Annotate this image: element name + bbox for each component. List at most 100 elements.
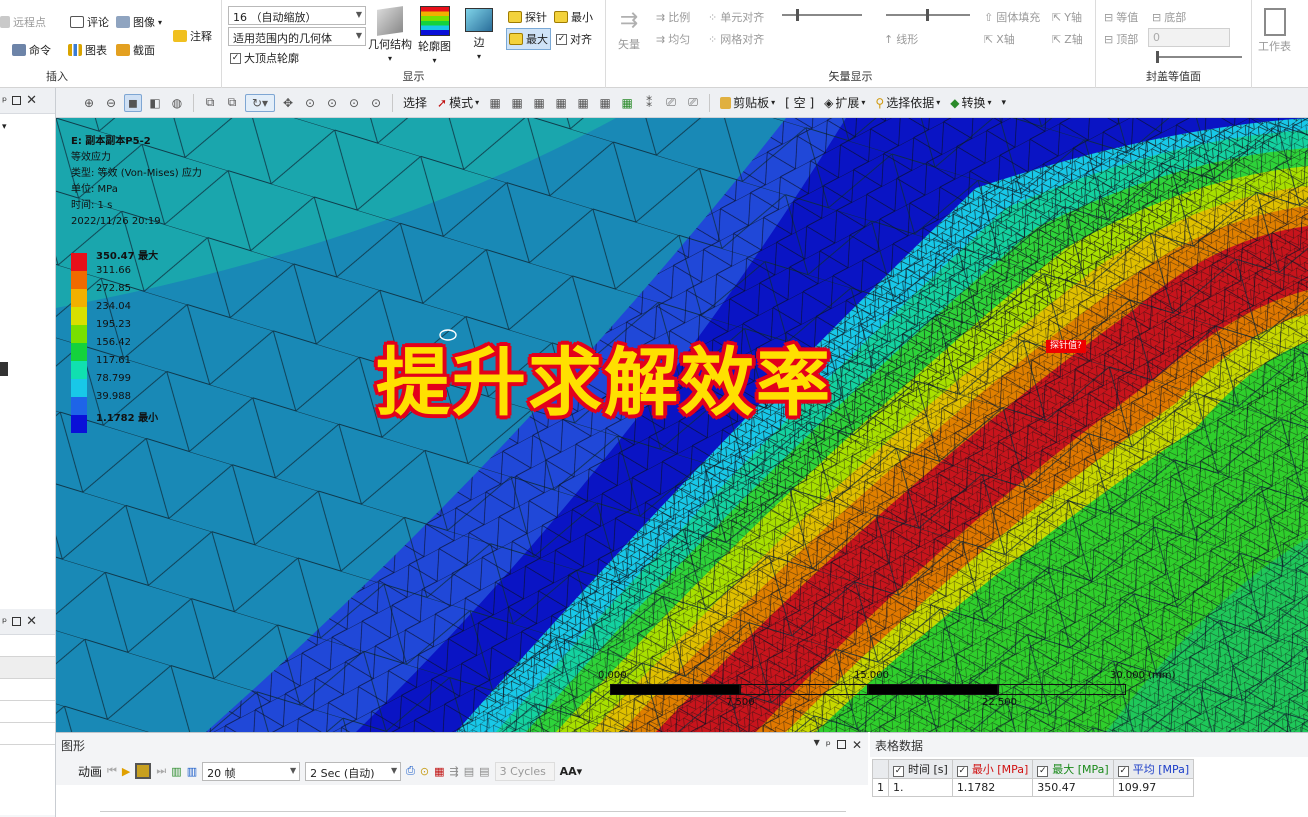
reverse-icon[interactable]: ⇶ <box>450 765 459 778</box>
chevron-down-icon[interactable]: ▾ <box>2 122 7 132</box>
remote-point-button[interactable]: 远程点 <box>0 14 46 30</box>
close-icon[interactable]: ✕ <box>852 738 862 752</box>
edge-button[interactable]: 边 ▾ <box>465 8 493 61</box>
pin-icon[interactable]: ᵖ <box>2 615 7 629</box>
previous-frame-icon[interactable]: ⏮ <box>107 764 117 778</box>
legend-swatch[interactable] <box>71 361 87 379</box>
vector-length-slider[interactable] <box>782 9 862 21</box>
uniform-button[interactable]: ⇉ 均匀 <box>656 31 690 47</box>
section-button[interactable]: 截面 <box>116 42 155 58</box>
column-header[interactable]: ✓ 平均 [MPa] <box>1112 759 1195 779</box>
table-row[interactable]: 1 1. 1.1782 350.47 109.97 <box>872 778 1195 797</box>
contour-button[interactable]: 轮廓图 ▾ <box>418 6 451 65</box>
checkbox-checked-icon[interactable]: ✓ <box>1037 766 1049 777</box>
outline-tree[interactable]: ▾ <box>0 114 55 609</box>
pan-icon[interactable]: ✥ <box>279 94 297 112</box>
probe-button[interactable]: 探针 <box>508 9 547 25</box>
z-axis-button[interactable]: ⇱ Z轴 <box>1052 31 1083 47</box>
mode-button[interactable]: ➚ 模式 ▾ <box>434 94 482 111</box>
details-row[interactable] <box>0 679 55 701</box>
maximize-icon[interactable] <box>836 740 846 749</box>
tree-item-fragment[interactable] <box>0 362 8 376</box>
zoom-out-icon[interactable]: ⊖ <box>102 94 120 112</box>
legend-swatch[interactable] <box>71 271 87 289</box>
shaded-view-icon[interactable]: ◼ <box>124 93 142 112</box>
bottom-cap-button[interactable]: ⊟ 底部 <box>1152 9 1186 25</box>
expand-button[interactable]: ◈ 扩展 ▾ <box>821 94 868 111</box>
duration-combo[interactable]: 2 Sec (自动) ▼ <box>305 761 402 781</box>
column-header[interactable]: ✓ 最大 [MPa] <box>1032 759 1114 779</box>
table-cell[interactable]: 1 <box>872 778 889 797</box>
render-icon[interactable]: ◍ <box>168 94 186 112</box>
zoom-fit-icon[interactable]: ⊙ <box>345 94 363 112</box>
details-row[interactable] <box>0 723 55 745</box>
table-cell[interactable]: 1.1782 <box>951 778 1034 797</box>
min-button[interactable]: 最小 <box>554 9 593 25</box>
select-node-icon[interactable]: ▦ <box>574 94 592 112</box>
equal-value-button[interactable]: ⊟ 等值 <box>1104 9 1138 25</box>
play-icon[interactable]: ▶ <box>122 765 130 778</box>
command-button[interactable]: 命令 <box>12 42 51 58</box>
details-row[interactable] <box>0 657 55 679</box>
legend-swatch[interactable] <box>71 343 87 361</box>
table-cell[interactable]: 1. <box>888 778 953 797</box>
vector-button[interactable]: ⇉ 矢量 <box>618 8 640 52</box>
checkbox-checked-icon[interactable]: ✓ <box>893 766 904 777</box>
zoom-icon[interactable]: ⊙ <box>301 94 319 112</box>
image-button[interactable]: 图像 ▾ <box>116 14 162 30</box>
column-header[interactable]: ✓ 时间 [s] <box>888 759 953 779</box>
chevron-down-icon[interactable]: ▼ <box>814 738 820 752</box>
probe-label[interactable]: 探针值? <box>1046 340 1086 353</box>
slider-knob[interactable] <box>1156 51 1159 63</box>
select-body-icon[interactable]: ▦ <box>552 94 570 112</box>
next-frame-icon[interactable]: ⏭ <box>156 764 166 778</box>
convert-button[interactable]: ◆ 转换 ▾ <box>947 94 994 111</box>
align-toggle[interactable]: ✓ 对齐 <box>556 31 592 47</box>
capping-slider[interactable] <box>1156 51 1242 63</box>
zoom-to-fit-icon[interactable]: ⊙ <box>420 765 429 778</box>
select-element-icon[interactable]: ▦ <box>618 94 636 112</box>
select-element-face-icon[interactable]: ▦ <box>596 94 614 112</box>
font-size-icon[interactable]: AA▾ <box>560 765 583 778</box>
legend-swatch[interactable] <box>71 397 87 415</box>
stop-icon[interactable] <box>135 763 152 779</box>
solid-fill-button[interactable]: ⇧ 固体填充 <box>984 9 1040 25</box>
zoom-in-icon[interactable]: ⊕ <box>80 94 98 112</box>
select-mesh-icon[interactable]: ⁑ <box>640 94 658 112</box>
details-row[interactable] <box>0 701 55 723</box>
rotate-icon[interactable]: ↻▾ <box>245 93 275 112</box>
scale-combo[interactable]: 16 （自动缩放） ▼ <box>228 6 366 25</box>
box-select-icon[interactable]: ⧉ <box>201 94 219 112</box>
slider-knob[interactable] <box>796 9 799 21</box>
chart-button[interactable]: 图表 <box>68 42 107 58</box>
toolbar-overflow-icon[interactable]: ▾ <box>999 98 1010 108</box>
grid-align-button[interactable]: ⁘ 网格对齐 <box>708 31 764 47</box>
top-cap-button[interactable]: ⊟ 顶部 <box>1104 31 1138 47</box>
wireframe-view-icon[interactable]: ◧ <box>146 94 164 112</box>
box-select-2-icon[interactable]: ⧉ <box>223 94 241 112</box>
label-icon[interactable]: ⎚ <box>662 94 680 112</box>
geometry-button[interactable]: 几何结构 ▾ <box>368 6 412 63</box>
select-by-button[interactable]: ⚲ 选择依据 ▾ <box>872 94 943 111</box>
checkbox-checked-icon[interactable]: ✓ <box>956 766 968 777</box>
pin-icon[interactable]: ᵖ <box>2 94 7 108</box>
x-axis-button[interactable]: ⇱ X轴 <box>984 31 1015 47</box>
scope-combo[interactable]: 适用范围内的几何体 ▼ <box>228 27 366 46</box>
y-axis-button[interactable]: ⇱ Y轴 <box>1052 9 1082 25</box>
cycles-field[interactable]: 3 Cycles <box>494 761 555 781</box>
legend-swatch[interactable] <box>71 289 87 307</box>
element-align-button[interactable]: ⁘ 单元对齐 <box>708 9 764 25</box>
close-icon[interactable]: ✕ <box>26 93 37 108</box>
max-vertex-contour-toggle[interactable]: ✓ 大顶点轮廓 <box>230 50 299 66</box>
select-button[interactable]: 选择 <box>400 94 430 111</box>
proportional-button[interactable]: ⇉ 比例 <box>656 9 690 25</box>
table-view-icon[interactable]: ▤ <box>464 765 474 778</box>
ruler-icon[interactable]: ⎚ <box>684 94 702 112</box>
legend-swatch[interactable] <box>71 415 87 433</box>
distributed-frames-icon[interactable]: ▥ <box>171 765 181 778</box>
details-grid[interactable] <box>0 635 55 815</box>
slider-knob[interactable] <box>926 9 929 21</box>
pin-icon[interactable]: ᵖ <box>826 738 831 752</box>
frames-combo[interactable]: 20 帧 ▼ <box>202 761 301 781</box>
line-form-button[interactable]: ↑ 线形 <box>884 31 918 47</box>
